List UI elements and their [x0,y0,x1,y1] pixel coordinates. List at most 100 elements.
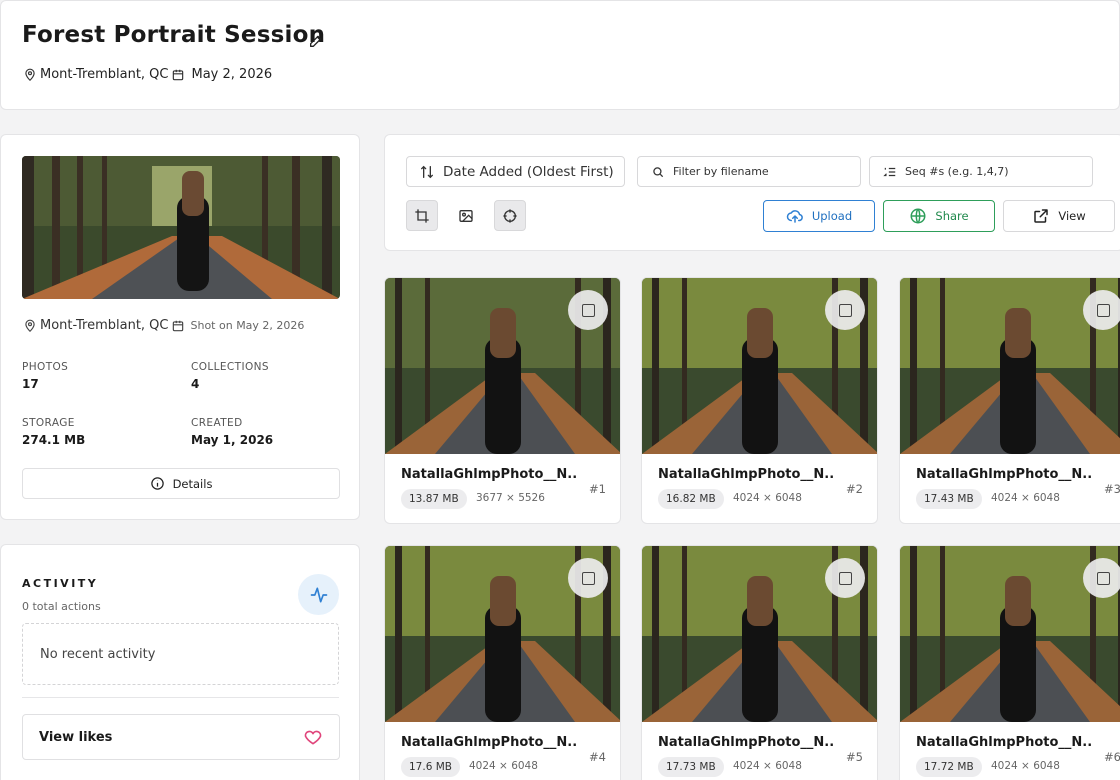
heart-icon [304,730,322,745]
view-button[interactable]: View [1003,200,1115,232]
share-label: Share [935,209,969,223]
file-size-badge: 13.87 MB [401,489,467,509]
stat-collections: COLLECTIONS 4 [191,361,269,391]
view-likes-button[interactable]: View likes [22,714,340,760]
sequence-number: #2 [846,482,863,496]
activity-count: 0 total actions [22,600,101,613]
calendar-icon [171,319,185,333]
sequence-number: #1 [589,482,606,496]
photo-card[interactable]: NatallaGhlmpPhoto__N... 13.87 MB 3677 × … [384,277,621,524]
photo-card[interactable]: NatallaGhlmpPhoto__N... 16.82 MB 4024 × … [641,277,878,524]
header-meta: Mont-Tremblant, QC May 2, 2026 [23,67,274,82]
photo-dimensions: 4024 × 6048 [733,760,802,772]
photo-card[interactable]: NatallaGhlmpPhoto__N... 17.6 MB 4024 × 6… [384,545,621,780]
select-checkbox[interactable] [1083,290,1120,330]
sequence-number: #5 [846,750,863,764]
sequence-number: #4 [589,750,606,764]
stat-value: 274.1 MB [22,433,86,447]
sort-dropdown[interactable]: Date Added (Oldest First) [406,156,625,187]
forest-path-photo [22,156,340,299]
stat-photos: PHOTOS 17 [22,361,68,391]
photo-filename: NatallaGhlmpPhoto__N... [658,467,833,482]
upload-label: Upload [811,209,853,223]
globe-icon [909,207,927,225]
stat-label: CREATED [191,417,243,429]
cover-image[interactable] [22,156,340,299]
cover-meta: Mont-Tremblant, QC Shot on May 2, 2026 [23,318,304,333]
crop-tool-button[interactable] [406,200,438,231]
location-pin-icon [23,319,37,333]
crop-icon [415,208,429,223]
calendar-icon [171,68,185,82]
image-view-button[interactable] [450,200,482,231]
cover-location: Mont-Tremblant, QC [40,318,169,333]
activity-card: ACTIVITY 0 total actions No recent activ… [0,544,360,780]
photo-dimensions: 4024 × 6048 [469,760,538,772]
file-size-badge: 16.82 MB [658,489,724,509]
file-size-badge: 17.43 MB [916,489,982,509]
stat-label: PHOTOS [22,361,69,373]
photo-dimensions: 4024 × 6048 [991,492,1060,504]
header-location: Mont-Tremblant, QC [40,67,169,82]
filename-filter-input[interactable] [673,165,853,178]
stat-storage: STORAGE 274.1 MB [22,417,85,447]
file-size-badge: 17.73 MB [658,757,724,777]
location-pin-icon [23,68,37,82]
edit-title-button[interactable] [306,31,326,51]
header-date: May 2, 2026 [191,67,273,82]
view-likes-label: View likes [39,729,113,745]
photo-card[interactable]: NatallaGhlmpPhoto__N... 17.73 MB 4024 × … [641,545,878,780]
checkbox-square-icon [581,303,595,317]
cloud-upload-icon [786,207,804,225]
details-label: Details [172,476,213,491]
photo-card[interactable]: NatallaGhlmpPhoto__N... 17.43 MB 4024 × … [899,277,1120,524]
numbered-list-icon [883,165,897,179]
sort-arrows-icon [419,164,435,180]
gallery-toolbar: Date Added (Oldest First) Upload Share V… [384,134,1120,251]
photo-filename: NatallaGhlmpPhoto__N... [916,735,1091,750]
photo-filename: NatallaGhlmpPhoto__N... [401,735,576,750]
activity-pulse-icon [298,574,339,615]
sequence-filter-input[interactable] [905,165,1085,178]
photo-filename: NatallaGhlmpPhoto__N... [401,467,576,482]
image-icon [459,209,473,222]
sequence-filter[interactable] [869,156,1093,187]
sequence-number: #3 [1104,482,1120,496]
file-size-badge: 17.72 MB [916,757,982,777]
details-button[interactable]: Details [22,468,340,499]
empty-activity-message: No recent activity [22,623,339,685]
page-title: Forest Portrait Session [22,22,326,48]
stat-value: 4 [191,377,200,391]
divider [22,697,339,698]
photo-card[interactable]: NatallaGhlmpPhoto__N... 17.72 MB 4024 × … [899,545,1120,780]
activity-title: ACTIVITY [22,577,99,590]
select-checkbox[interactable] [568,558,608,598]
select-checkbox[interactable] [568,290,608,330]
checkbox-square-icon [838,303,852,317]
stat-label: STORAGE [22,417,75,429]
stat-created: CREATED May 1, 2026 [191,417,273,447]
select-checkbox[interactable] [825,290,865,330]
select-checkbox[interactable] [825,558,865,598]
photo-filename: NatallaGhlmpPhoto__N... [916,467,1091,482]
sequence-number: #6 [1104,750,1120,764]
info-icon [150,476,165,491]
crosshair-icon [503,208,517,223]
checkbox-square-icon [838,571,852,585]
upload-button[interactable]: Upload [763,200,875,232]
checkbox-square-icon [1096,303,1110,317]
file-size-badge: 17.6 MB [401,757,460,777]
select-checkbox[interactable] [1083,558,1120,598]
search-icon [651,165,665,179]
focus-tool-button[interactable] [494,200,526,231]
photo-dimensions: 3677 × 5526 [476,492,545,504]
photo-dimensions: 4024 × 6048 [733,492,802,504]
page-header: Forest Portrait Session Mont-Tremblant, … [0,0,1120,110]
checkbox-square-icon [1096,571,1110,585]
stat-value: May 1, 2026 [191,433,274,447]
photo-dimensions: 4024 × 6048 [991,760,1060,772]
external-link-icon [1032,207,1050,225]
filename-filter[interactable] [637,156,861,187]
share-button[interactable]: Share [883,200,995,232]
stat-value: 17 [22,377,39,391]
